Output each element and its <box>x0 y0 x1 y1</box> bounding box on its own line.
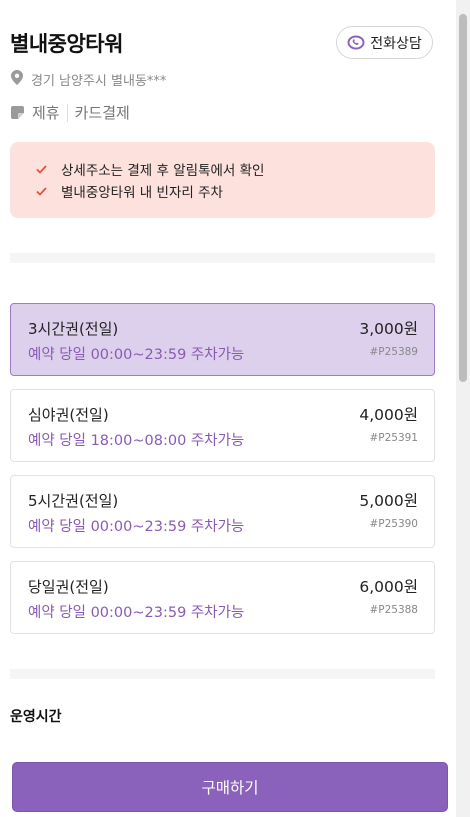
location-pin-icon <box>11 70 23 89</box>
ticket-option-5hour[interactable]: 5시간권(전일) 예약 당일 00:00~23:59 주차가능 5,000원 #… <box>10 475 435 548</box>
call-consult-label: 전화상담 <box>370 35 422 52</box>
ticket-code: #P25391 <box>369 432 418 444</box>
ticket-availability: 예약 당일 18:00~08:00 주차가능 <box>28 433 245 449</box>
ticket-option-day[interactable]: 당일권(전일) 예약 당일 00:00~23:59 주차가능 6,000원 #P… <box>10 561 435 634</box>
payment-type-card: 카드결제 <box>74 104 130 122</box>
page-title: 별내중앙타워 <box>10 32 123 56</box>
ticket-option-3hour[interactable]: 3시간권(전일) 예약 당일 00:00~23:59 주차가능 3,000원 #… <box>10 303 435 376</box>
ticket-name: 5시간권(전일) <box>28 492 119 510</box>
vertical-scrollbar[interactable] <box>456 0 470 817</box>
ticket-availability: 예약 당일 00:00~23:59 주차가능 <box>28 605 245 621</box>
ticket-price: 5,000원 <box>359 492 418 510</box>
card-icon <box>11 106 24 119</box>
ticket-code: #P25389 <box>369 346 418 358</box>
call-consult-button[interactable]: 전화상담 <box>336 26 433 59</box>
scrollbar-thumb[interactable] <box>459 14 467 382</box>
ticket-option-night[interactable]: 심야권(전일) 예약 당일 18:00~08:00 주차가능 4,000원 #P… <box>10 389 435 462</box>
section-divider <box>10 253 435 263</box>
phone-chat-icon <box>347 35 365 51</box>
section-divider <box>10 669 435 679</box>
ticket-price: 3,000원 <box>359 320 418 338</box>
payment-row: 제휴 카드결제 <box>11 102 130 123</box>
check-icon <box>36 164 47 174</box>
ticket-name: 3시간권(전일) <box>28 320 119 338</box>
ticket-code: #P25390 <box>369 518 418 530</box>
payment-type-partner: 제휴 <box>32 104 60 122</box>
ticket-name: 당일권(전일) <box>28 578 109 596</box>
operating-hours-title: 운영시간 <box>10 709 62 725</box>
ticket-price: 6,000원 <box>359 578 418 596</box>
check-icon <box>36 186 47 196</box>
notice-item: 상세주소는 결제 후 알림톡에서 확인 <box>36 158 435 180</box>
address-row: 경기 남양주시 별내동*** <box>11 70 166 89</box>
ticket-availability: 예약 당일 00:00~23:59 주차가능 <box>28 347 245 363</box>
purchase-button[interactable]: 구매하기 <box>12 762 448 812</box>
address-text: 경기 남양주시 별내동*** <box>31 74 167 89</box>
page-content: 별내중앙타워 전화상담 경기 남양주시 별내동*** 제휴 카드결제 상세주소는… <box>0 0 456 817</box>
notice-text: 상세주소는 결제 후 알림톡에서 확인 <box>61 163 265 179</box>
ticket-code: #P25388 <box>369 604 418 616</box>
payment-divider <box>66 103 68 122</box>
ticket-name: 심야권(전일) <box>28 406 109 424</box>
ticket-price: 4,000원 <box>359 406 418 424</box>
ticket-availability: 예약 당일 00:00~23:59 주차가능 <box>28 519 245 535</box>
notice-item: 별내중앙타워 내 빈자리 주차 <box>36 180 435 202</box>
notice-text: 별내중앙타워 내 빈자리 주차 <box>61 185 223 201</box>
notice-box: 상세주소는 결제 후 알림톡에서 확인 별내중앙타워 내 빈자리 주차 <box>10 142 435 218</box>
